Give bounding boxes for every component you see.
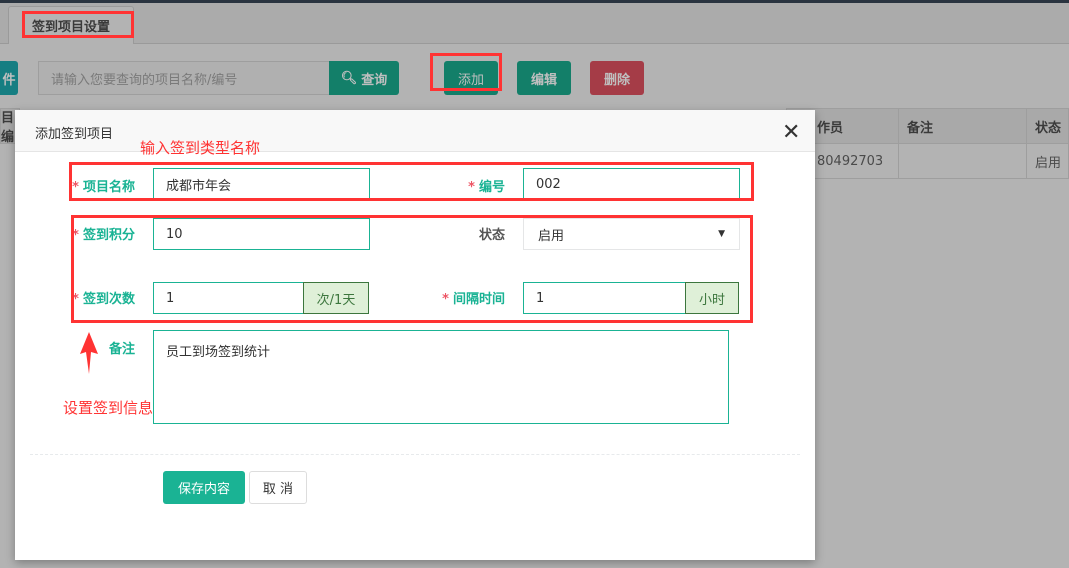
edit-button[interactable]: 编辑 xyxy=(517,61,571,95)
modal-title: 添加签到项目 xyxy=(35,127,114,142)
header-text: 状态 xyxy=(1035,120,1062,136)
header-text: 备注 xyxy=(907,120,934,136)
cell-text: 80492703 xyxy=(817,153,884,169)
search-icon: 🔍︎ xyxy=(340,70,358,86)
annotation-box-add xyxy=(430,53,502,91)
annotation-info-hint: 设置签到信息 xyxy=(63,399,154,417)
cell-text: 启用 xyxy=(1035,155,1062,171)
textarea-value: 员工到场签到统计 xyxy=(166,345,271,360)
label-text: 备注 xyxy=(108,342,135,357)
annotation-name-hint: 输入签到类型名称 xyxy=(140,139,261,157)
modal-header xyxy=(15,110,815,152)
tab-bar xyxy=(0,3,1069,44)
annotation-box-name-row xyxy=(69,162,754,201)
partial-button[interactable]: 件 xyxy=(0,61,18,95)
divider xyxy=(30,454,800,455)
annotation-box-tab xyxy=(22,11,134,38)
table-header-remark: 备注 xyxy=(898,108,1027,144)
delete-button[interactable]: 删除 xyxy=(590,61,644,95)
close-icon[interactable]: ✕ xyxy=(782,120,800,145)
search-placeholder: 请输入您要查询的项目名称/编号 xyxy=(51,72,238,88)
search-input[interactable]: 请输入您要查询的项目名称/编号 xyxy=(38,61,330,95)
label-remark: 备注 xyxy=(65,338,135,357)
table-cell-status: 启用 xyxy=(1026,143,1069,179)
cancel-button-label: 取 消 xyxy=(262,482,294,497)
edit-button-label: 编辑 xyxy=(530,72,557,88)
table-cell-remark xyxy=(898,143,1027,179)
remark-textarea[interactable]: 员工到场签到统计 xyxy=(153,330,729,424)
table-header-status: 状态 xyxy=(1026,108,1069,144)
save-button[interactable]: 保存内容 xyxy=(163,471,245,504)
search-button-label: 查询 xyxy=(361,72,388,88)
partial-button-label: 件 xyxy=(2,72,16,88)
save-button-label: 保存内容 xyxy=(177,482,230,497)
cancel-button[interactable]: 取 消 xyxy=(249,471,307,504)
delete-button-label: 删除 xyxy=(603,72,630,88)
header-text: 作员 xyxy=(817,120,844,136)
annotation-arrow-icon xyxy=(80,332,98,374)
search-button[interactable]: 🔍︎ 查询 xyxy=(329,61,399,95)
annotation-box-info xyxy=(71,215,753,323)
